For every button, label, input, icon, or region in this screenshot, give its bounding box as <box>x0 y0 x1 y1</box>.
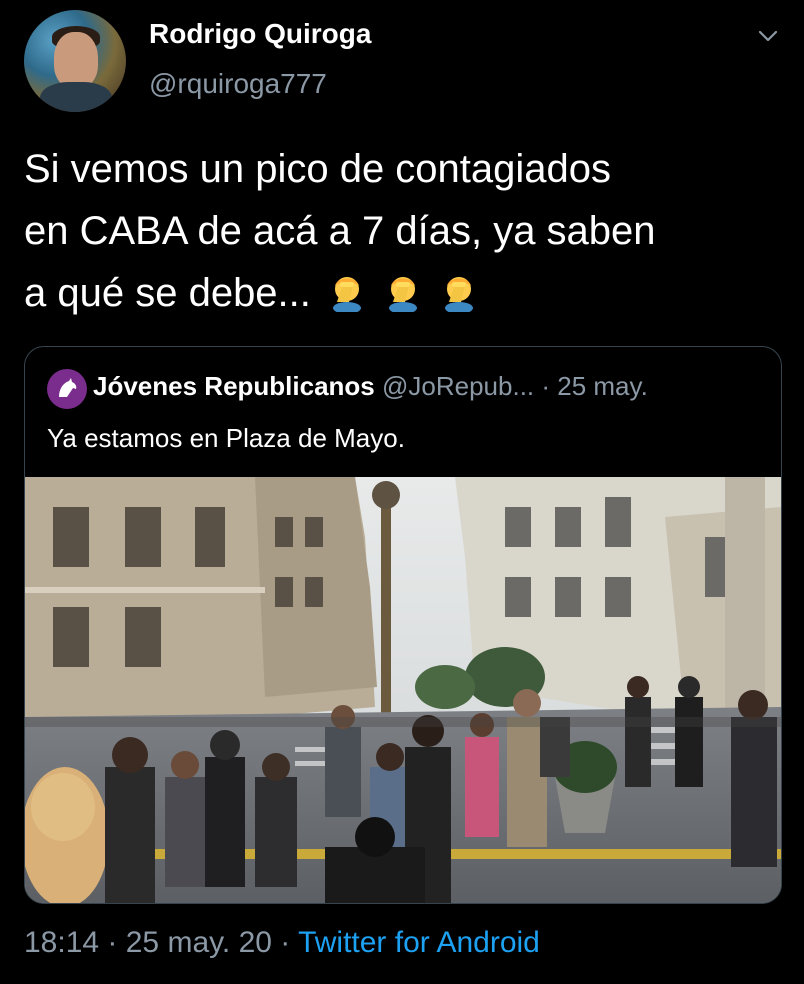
author-avatar[interactable] <box>24 10 126 112</box>
quoted-tweet-card[interactable]: Jóvenes Republicanos @JoRepub... · 25 ma… <box>24 346 782 904</box>
tweet-text-line: en CABA de acá a 7 días, ya saben <box>24 209 656 253</box>
horse-logo <box>59 378 77 397</box>
tweet-footer: 18:14 · 25 may. 20 · Twitter for Android <box>24 926 540 960</box>
tweet-text-line: a qué se debe... <box>24 262 784 324</box>
author-handle[interactable]: @rquiroga777 <box>149 68 327 100</box>
quoted-tweet-text: Ya estamos en Plaza de Mayo. <box>47 423 405 453</box>
tweet-date[interactable]: 25 may. 20 <box>126 926 272 959</box>
separator: · <box>271 926 299 959</box>
tweet-text-line: Si vemos un pico de contagiados <box>24 147 612 191</box>
quoted-author-name[interactable]: Jóvenes Republicanos <box>93 371 375 401</box>
facepalm-emoji <box>388 277 417 312</box>
separator: · <box>99 926 126 959</box>
quoted-author-avatar[interactable] <box>47 369 87 409</box>
facepalm-emoji <box>332 277 361 312</box>
tweet-text: Si vemos un pico de contagiados en CABA … <box>24 138 784 324</box>
quoted-author-handle[interactable]: @JoRepub... <box>382 371 534 401</box>
chevron-down-icon[interactable] <box>756 24 780 48</box>
quoted-tweet-header: Jóvenes Republicanos @JoRepub... · 25 ma… <box>93 371 648 402</box>
quoted-tweet-date[interactable]: 25 may. <box>557 371 648 401</box>
tweet-time[interactable]: 18:14 <box>24 926 99 959</box>
separator: · <box>534 371 558 401</box>
tweet-source-link[interactable]: Twitter for Android <box>298 926 540 959</box>
facepalm-emoji <box>444 277 473 312</box>
street-crowd-photo[interactable] <box>25 477 781 903</box>
author-name[interactable]: Rodrigo Quiroga <box>149 18 371 50</box>
